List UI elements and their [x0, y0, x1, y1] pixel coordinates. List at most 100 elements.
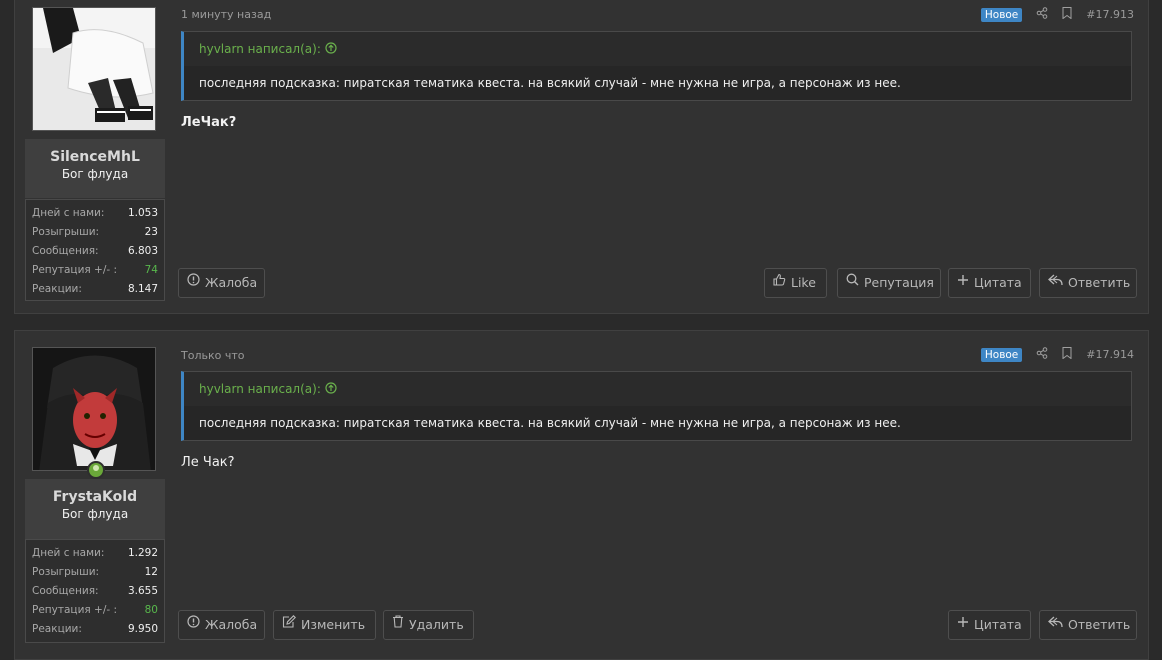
stat-value: 6.803: [127, 245, 158, 257]
user-stats: Дней с нами: 1.053 Розыгрыши: 23 Сообщения…: [25, 199, 165, 301]
arrow-up-circle-icon[interactable]: [325, 42, 337, 56]
share-icon[interactable]: [1036, 7, 1048, 22]
reply-icon: [1048, 611, 1063, 639]
stat-value: 80: [144, 604, 158, 616]
stat-messages: Сообщения: 3.655: [32, 582, 158, 601]
stat-label: Сообщения:: [32, 245, 99, 257]
bookmark-icon[interactable]: [1062, 7, 1072, 22]
stat-label: Реакции:: [32, 283, 82, 295]
like-label: Like: [791, 275, 816, 290]
post-time[interactable]: Только что: [181, 349, 244, 362]
reputation-label: Репутация: [864, 275, 934, 290]
thumbs-up-icon: [773, 269, 786, 297]
quote-header[interactable]: hyvlarn написал(а):: [184, 32, 1131, 66]
post-17914: FrystaKold Бог флуда Дней с нами: 1.292 Р…: [14, 330, 1149, 660]
user-info: FrystaKold Бог флуда: [25, 479, 165, 539]
quote-label: Цитата: [974, 275, 1022, 290]
stat-label: Реакции:: [32, 623, 82, 635]
username[interactable]: SilenceMhL: [25, 149, 165, 165]
stat-reactions: Реакции: 9.950: [32, 620, 158, 639]
stat-value: 23: [144, 226, 158, 238]
post-time[interactable]: 1 минуту назад: [181, 8, 271, 21]
stat-label: Дней с нами:: [32, 207, 105, 219]
stat-messages: Сообщения: 6.803: [32, 242, 158, 261]
reply-button[interactable]: Ответить: [1039, 268, 1137, 298]
stat-reputation: Репутация +/- : 80: [32, 601, 158, 620]
stat-label: Репутация +/- :: [32, 604, 118, 616]
edit-icon: [282, 611, 296, 639]
report-label: Жалоба: [205, 275, 258, 290]
quote-text: последняя подсказка: пиратская тематика …: [184, 406, 1131, 440]
post-content: 1 минуту назад Новое #17.913 hyvlarn нап…: [178, 0, 1137, 313]
quote-label: Цитата: [974, 617, 1022, 632]
stat-value: 1.053: [127, 207, 158, 219]
quote-button[interactable]: Цитата: [948, 268, 1031, 298]
stat-value: 12: [144, 566, 158, 578]
stat-value: 3.655: [127, 585, 158, 597]
post-17913: SilenceMhL Бог флуда Дней с нами: 1.053 Р…: [14, 0, 1149, 314]
user-info: SilenceMhL Бог флуда: [25, 139, 165, 198]
reply-icon: [1048, 269, 1063, 297]
stat-label: Репутация +/- :: [32, 264, 118, 276]
post-content: Только что Новое #17.914 hyvlarn написал…: [178, 331, 1137, 659]
new-badge: Новое: [980, 347, 1023, 362]
reply-label: Ответить: [1068, 275, 1131, 290]
delete-button[interactable]: Удалить: [383, 610, 474, 640]
post-meta: Новое #17.913: [980, 7, 1134, 22]
like-button[interactable]: Like: [764, 268, 827, 298]
report-button[interactable]: Жалоба: [178, 268, 265, 298]
stat-value: 74: [144, 264, 158, 276]
post-number[interactable]: #17.913: [1086, 8, 1134, 21]
search-icon: [846, 269, 859, 297]
stat-giveaways: Розыгрыши: 23: [32, 223, 158, 242]
user-stats: Дней с нами: 1.292 Розыгрыши: 12 Сообщения…: [25, 539, 165, 643]
user-title: Бог флуда: [61, 507, 129, 521]
avatar-image: [33, 348, 155, 470]
post-meta: Новое #17.914: [980, 347, 1134, 362]
quote-header[interactable]: hyvlarn написал(а):: [184, 372, 1131, 406]
stat-label: Сообщения:: [32, 585, 99, 597]
stat-value: 8.147: [127, 283, 158, 295]
stat-label: Розыгрыши:: [32, 566, 100, 578]
post-actions: Жалоба Изменить Удалить Цитата Ответить: [178, 610, 1137, 640]
stat-value: 1.292: [127, 547, 158, 559]
avatar[interactable]: [32, 7, 156, 131]
quote-block: hyvlarn написал(а): последняя подсказка:…: [181, 371, 1132, 441]
stat-giveaways: Розыгрыши: 12: [32, 563, 158, 582]
report-label: Жалоба: [205, 617, 258, 632]
username[interactable]: FrystaKold: [25, 489, 165, 505]
plus-icon: [957, 269, 969, 297]
post-actions: Жалоба Like Репутация Цитата Ответить: [178, 268, 1137, 298]
bookmark-icon[interactable]: [1062, 347, 1072, 362]
alert-circle-icon: [187, 611, 200, 639]
delete-label: Удалить: [409, 617, 464, 632]
stat-value: 9.950: [127, 623, 158, 635]
reply-label: Ответить: [1068, 617, 1131, 632]
avatar-image: [33, 8, 155, 130]
report-button[interactable]: Жалоба: [178, 610, 265, 640]
quote-text: последняя подсказка: пиратская тематика …: [184, 66, 1131, 100]
user-column: SilenceMhL Бог флуда Дней с нами: 1.053 Р…: [25, 0, 165, 313]
stat-days: Дней с нами: 1.053: [32, 204, 158, 223]
alert-circle-icon: [187, 269, 200, 297]
reputation-button[interactable]: Репутация: [837, 268, 941, 298]
arrow-up-circle-icon[interactable]: [325, 382, 337, 396]
online-status-icon: [87, 461, 105, 479]
share-icon[interactable]: [1036, 347, 1048, 362]
quote-author: hyvlarn написал(а):: [199, 382, 321, 396]
message-text: ЛеЧак?: [181, 115, 237, 130]
reply-button[interactable]: Ответить: [1039, 610, 1137, 640]
trash-icon: [392, 611, 404, 639]
quote-button[interactable]: Цитата: [948, 610, 1031, 640]
edit-label: Изменить: [301, 617, 366, 632]
avatar[interactable]: [32, 347, 156, 471]
quote-author: hyvlarn написал(а):: [199, 42, 321, 56]
stat-label: Розыгрыши:: [32, 226, 100, 238]
stat-days: Дней с нами: 1.292: [32, 544, 158, 563]
stat-reactions: Реакции: 8.147: [32, 280, 158, 299]
message-text: Ле Чак?: [181, 455, 235, 470]
post-number[interactable]: #17.914: [1086, 348, 1134, 361]
new-badge: Новое: [980, 7, 1023, 22]
stat-reputation: Репутация +/- : 74: [32, 261, 158, 280]
edit-button[interactable]: Изменить: [273, 610, 376, 640]
